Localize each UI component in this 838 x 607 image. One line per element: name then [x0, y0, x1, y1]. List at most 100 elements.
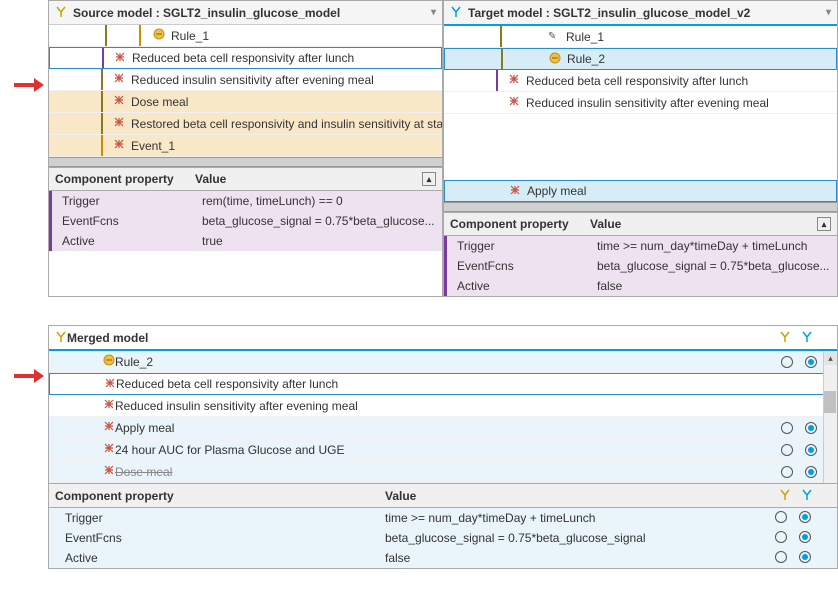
row-label: Reduced beta cell responsivity after lun… [132, 51, 354, 65]
radio-target[interactable] [805, 356, 817, 368]
event-icon [103, 442, 115, 457]
tree-row[interactable]: Rule_1 [49, 25, 442, 47]
collapse-icon[interactable]: ▴ [817, 217, 831, 231]
row-label: Apply meal [115, 421, 174, 435]
source-tree: Rule_1 Reduced beta cell responsivity aft… [49, 25, 442, 157]
row-label: Event_1 [131, 139, 175, 153]
target-tree: ✎Rule_1Rule_2 Reduced beta cell responsiv… [444, 26, 837, 202]
collapse-icon[interactable]: ▴ [422, 172, 436, 186]
svg-text:✎: ✎ [548, 31, 556, 41]
tree-row[interactable]: Apply meal [444, 180, 837, 202]
radio-target[interactable] [805, 466, 817, 478]
target-prop-header: Component property Value ▴ [444, 212, 837, 236]
row-label: Rule_2 [115, 355, 153, 369]
merged-property-row[interactable]: Activefalse [49, 548, 837, 568]
property-row[interactable]: Triggerrem(time, timeLunch) == 0 [49, 191, 442, 211]
diff-bar [101, 113, 103, 134]
fork-blue-icon[interactable] [801, 488, 813, 503]
divider [49, 157, 442, 167]
prop-value: rem(time, timeLunch) == 0 [202, 194, 436, 208]
merged-title: Merged model [67, 331, 148, 345]
radio-source[interactable] [775, 531, 787, 543]
diff-bar [101, 135, 103, 156]
row-label: Dose meal [115, 465, 172, 479]
target-panel: Target model : SGLT2_insulin_glucose_mod… [443, 0, 838, 297]
property-row[interactable]: Activefalse [444, 276, 837, 296]
property-row[interactable]: Triggertime >= num_day*timeDay + timeLun… [444, 236, 837, 256]
radio-source[interactable] [781, 444, 793, 456]
row-label: Restored beta cell responsivity and insu… [131, 117, 443, 131]
radio-target[interactable] [805, 444, 817, 456]
source-header[interactable]: Source model : SGLT2_insulin_glucose_mod… [49, 1, 442, 25]
diff-bar [101, 69, 103, 90]
tree-row[interactable]: Event_1 [49, 135, 442, 157]
radio-source[interactable] [781, 466, 793, 478]
tree-row[interactable]: Reduced beta cell responsivity after lun… [49, 47, 442, 69]
merged-row[interactable]: 24 hour AUC for Plasma Glucose and UGE [49, 439, 837, 461]
merged-row[interactable]: Apply meal [49, 417, 837, 439]
prop-value: false [385, 551, 771, 565]
radio-target[interactable] [805, 422, 817, 434]
col-component-property: Component property [55, 489, 385, 503]
merged-header[interactable]: Merged model [49, 326, 837, 351]
chevron-down-icon[interactable]: ▾ [826, 7, 831, 18]
merged-row[interactable]: Reduced insulin sensitivity after evenin… [49, 395, 837, 417]
prop-value: time >= num_day*timeDay + timeLunch [385, 511, 771, 525]
event-icon [113, 72, 125, 87]
tree-row[interactable]: Reduced insulin sensitivity after evenin… [49, 69, 442, 91]
merged-property-row[interactable]: EventFcnsbeta_glucose_signal = 0.75*beta… [49, 528, 837, 548]
rule-icon [153, 28, 165, 43]
radio-target[interactable] [799, 551, 811, 563]
fork-icon [450, 5, 462, 20]
col-value: Value [385, 489, 416, 503]
tree-row[interactable]: Reduced beta cell responsivity after lun… [444, 70, 837, 92]
merged-row[interactable]: Dose meal [49, 461, 837, 483]
source-prop-header: Component property Value ▴ [49, 167, 442, 191]
pointer-arrow [14, 78, 46, 92]
target-prop-body: Triggertime >= num_day*timeDay + timeLun… [444, 236, 837, 296]
target-header[interactable]: Target model : SGLT2_insulin_glucose_mod… [444, 1, 837, 26]
event-icon [104, 377, 116, 392]
rule-icon [103, 354, 115, 369]
spacer [444, 158, 837, 180]
divider [444, 202, 837, 212]
prop-name: EventFcns [65, 531, 385, 545]
scroll-thumb[interactable] [824, 391, 836, 413]
edit-icon: ✎ [548, 29, 560, 44]
merged-row[interactable]: Reduced beta cell responsivity after lun… [49, 373, 837, 395]
prop-value: beta_glucose_signal = 0.75*beta_glucose.… [202, 214, 436, 228]
property-row[interactable]: EventFcnsbeta_glucose_signal = 0.75*beta… [444, 256, 837, 276]
tree-row[interactable]: ✎Rule_1 [444, 26, 837, 48]
merged-prop-header: Component property Value [49, 483, 837, 508]
fork-yellow-icon[interactable] [779, 488, 791, 503]
event-icon [113, 138, 125, 153]
radio-source[interactable] [775, 511, 787, 523]
radio-source[interactable] [781, 422, 793, 434]
merged-panel: Merged model Rule_2 Reduced beta cell res… [48, 325, 838, 569]
fork-blue-icon[interactable] [801, 330, 813, 345]
radio-source[interactable] [781, 356, 793, 368]
radio-target[interactable] [799, 511, 811, 523]
tree-row[interactable]: Rule_2 [444, 48, 837, 70]
prop-name: Active [65, 551, 385, 565]
fork-yellow-icon[interactable] [779, 330, 791, 345]
prop-value: beta_glucose_signal = 0.75*beta_glucose.… [597, 259, 831, 273]
spacer [444, 136, 837, 158]
scrollbar[interactable]: ▴ [823, 351, 837, 483]
chevron-down-icon[interactable]: ▾ [431, 7, 436, 18]
tree-row[interactable]: Restored beta cell responsivity and insu… [49, 113, 442, 135]
property-row[interactable]: Activetrue [49, 231, 442, 251]
tree-row[interactable]: Reduced insulin sensitivity after evenin… [444, 92, 837, 114]
scroll-up-icon[interactable]: ▴ [824, 351, 837, 365]
property-row[interactable]: EventFcnsbeta_glucose_signal = 0.75*beta… [49, 211, 442, 231]
row-label: Reduced beta cell responsivity after lun… [526, 74, 748, 88]
col-component-property: Component property [55, 172, 195, 186]
tree-row[interactable]: Dose meal [49, 91, 442, 113]
rule-icon [549, 52, 561, 67]
merged-tree: Rule_2 Reduced beta cell responsivity aft… [49, 351, 837, 483]
event-icon [103, 420, 115, 435]
radio-source[interactable] [775, 551, 787, 563]
merged-property-row[interactable]: Triggertime >= num_day*timeDay + timeLun… [49, 508, 837, 528]
merged-row[interactable]: Rule_2 [49, 351, 837, 373]
radio-target[interactable] [799, 531, 811, 543]
